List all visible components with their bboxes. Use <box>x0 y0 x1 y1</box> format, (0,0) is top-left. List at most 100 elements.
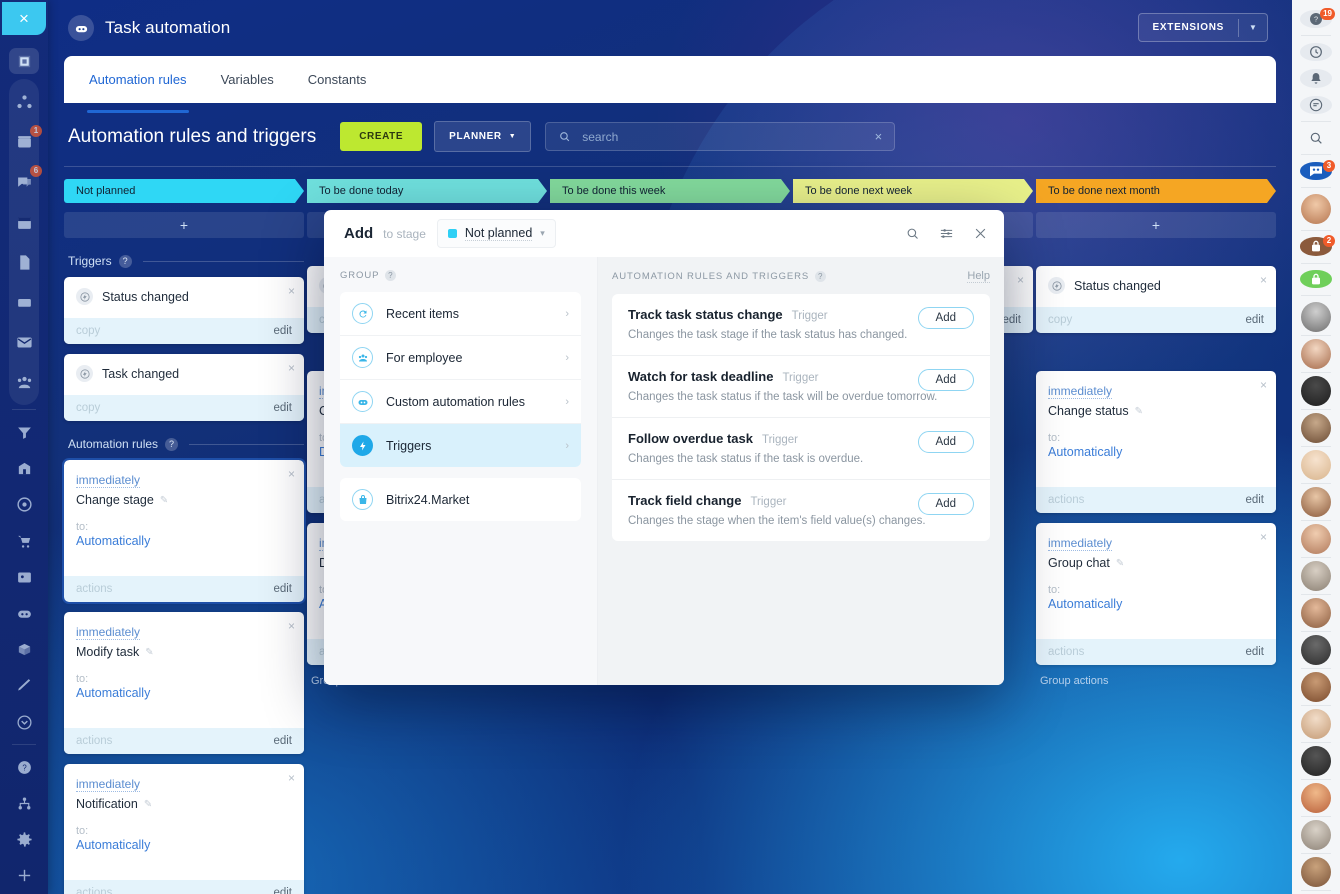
rule-to-value[interactable]: Automatically <box>76 686 292 700</box>
rule-trigger-timing[interactable]: immediately <box>76 473 141 488</box>
help-hint-icon[interactable]: ? <box>165 437 179 451</box>
avatar[interactable] <box>1301 524 1331 555</box>
edit-link[interactable]: edit <box>273 402 292 414</box>
automation-rule-card[interactable]: × immediately Modify task ✎ to: Automatically… <box>64 612 304 754</box>
pen-icon[interactable]: ✎ <box>1135 406 1143 417</box>
avatar[interactable] <box>1301 487 1331 518</box>
trigger-card[interactable]: × Task changed copy edit <box>64 354 304 421</box>
edit-link[interactable]: edit <box>273 887 292 894</box>
contact-card-icon[interactable] <box>9 564 39 590</box>
group-item-recent-items[interactable]: Recent items › <box>340 292 581 335</box>
rule-trigger-timing[interactable]: immediately <box>76 777 141 792</box>
remove-icon[interactable]: × <box>288 284 295 298</box>
edit-link[interactable]: edit <box>1245 646 1264 658</box>
help-icon[interactable]: ? 19 <box>1300 8 1335 29</box>
group-item-bitrix24-market[interactable]: Bitrix24.Market <box>340 478 581 521</box>
rule-trigger-timing[interactable]: immediately <box>76 625 141 640</box>
pen-icon[interactable]: ✎ <box>160 495 168 506</box>
stage-header[interactable]: Not planned <box>64 179 304 203</box>
pen-icon[interactable] <box>9 673 39 699</box>
edit-link[interactable]: edit <box>273 583 292 595</box>
avatar[interactable] <box>1301 598 1331 629</box>
crm-flow-icon[interactable] <box>9 87 39 117</box>
rule-to-value[interactable]: Automatically <box>76 838 292 852</box>
copy-link[interactable]: copy <box>76 402 100 414</box>
stage-selector[interactable]: Not planned ▾ <box>436 219 556 248</box>
automation-rule-card[interactable]: × immediately Change status ✎ to:Automatical… <box>1036 371 1276 513</box>
drive-icon[interactable] <box>9 287 39 317</box>
rule-to-value[interactable]: Automatically <box>1048 445 1264 459</box>
plus-icon[interactable] <box>9 863 39 889</box>
chat-icon[interactable]: 6 <box>9 165 42 197</box>
group-item-custom-automation-rules[interactable]: Custom automation rules › <box>340 379 581 423</box>
remove-icon[interactable]: × <box>288 467 295 481</box>
avatar[interactable] <box>1301 413 1331 444</box>
settings-sliders-icon[interactable] <box>939 226 954 241</box>
edit-link[interactable]: edit <box>1245 314 1264 326</box>
automation-rule-list-item[interactable]: Track task status change Trigger Changes t… <box>612 294 990 355</box>
rule-trigger-timing[interactable]: immediately <box>1048 536 1113 551</box>
bell-icon[interactable] <box>1300 69 1332 88</box>
remove-icon[interactable]: × <box>1260 378 1267 392</box>
help-hint-icon[interactable]: ? <box>118 254 132 268</box>
group-icon[interactable] <box>9 367 39 397</box>
help-hint-icon[interactable]: ? <box>385 270 397 281</box>
add-rule-button[interactable]: Add <box>917 431 974 453</box>
chevron-down-icon[interactable]: ▼ <box>1239 23 1267 32</box>
tab-automation-rules[interactable]: Automation rules <box>87 58 189 113</box>
target-icon[interactable] <box>9 492 39 518</box>
avatar[interactable] <box>1301 746 1331 777</box>
rule-trigger-timing[interactable]: immediately <box>1048 384 1113 399</box>
lock-icon-green[interactable] <box>1300 270 1332 289</box>
stage-header[interactable]: To be done next week <box>793 179 1033 203</box>
add-rule-button[interactable]: Add <box>917 307 974 329</box>
rule-to-value[interactable]: Automatically <box>1048 597 1264 611</box>
pen-icon[interactable]: ✎ <box>144 799 152 810</box>
cart-icon[interactable] <box>9 528 39 554</box>
pen-icon[interactable]: ✎ <box>1116 558 1124 569</box>
close-icon[interactable] <box>973 226 988 241</box>
automation-rule-card[interactable]: × immediately Group chat ✎ to: Automatically a… <box>1036 523 1276 665</box>
mail-icon[interactable] <box>9 327 39 357</box>
add-automation-strip[interactable]: + <box>64 212 304 238</box>
remove-icon[interactable]: × <box>288 771 295 785</box>
help-icon[interactable]: ? <box>9 754 39 780</box>
search-input[interactable] <box>571 129 875 144</box>
copy-link[interactable]: copy <box>1048 314 1072 326</box>
avatar[interactable] <box>1301 561 1331 592</box>
help-link[interactable]: Help <box>967 270 990 283</box>
trigger-card[interactable]: × Status changed copy edit <box>64 277 304 344</box>
tab-variables[interactable]: Variables <box>221 58 274 101</box>
edit-link[interactable]: edit <box>273 325 292 337</box>
robot-icon[interactable] <box>9 600 39 626</box>
avatar[interactable] <box>1301 820 1331 851</box>
actions-link[interactable]: actions <box>1048 494 1084 506</box>
stage-header[interactable]: To be done today <box>307 179 547 203</box>
automation-rule-card[interactable]: × immediately Notification ✎ to: Automaticall… <box>64 764 304 894</box>
remove-icon[interactable]: × <box>1260 530 1267 544</box>
edit-link[interactable]: edit <box>273 735 292 747</box>
close-sidebar-button[interactable]: × <box>2 2 46 36</box>
edit-link[interactable]: edit <box>1002 314 1021 326</box>
lock-icon[interactable]: 2 <box>1300 235 1335 256</box>
avatar[interactable] <box>1301 672 1331 703</box>
sitemap-icon[interactable] <box>9 790 39 816</box>
automation-rule-list-item[interactable]: Watch for task deadline Trigger Changes th… <box>612 355 990 417</box>
automation-rule-list-item[interactable]: Follow overdue task Trigger Changes the ta… <box>612 417 990 479</box>
actions-link[interactable]: actions <box>1048 646 1084 658</box>
avatar[interactable] <box>1301 450 1331 481</box>
create-button[interactable]: CREATE <box>340 122 423 151</box>
actions-link[interactable]: actions <box>76 735 112 747</box>
news-feed-icon[interactable]: 1 <box>9 125 42 157</box>
avatar[interactable] <box>1301 635 1331 666</box>
extensions-button[interactable]: EXTENSIONS ▼ <box>1137 13 1268 42</box>
automation-rule-card[interactable]: × immediately Change stage ✎ to: Automaticall… <box>62 458 306 604</box>
stage-header[interactable]: To be done next month <box>1036 179 1276 203</box>
funnel-icon[interactable] <box>9 419 39 445</box>
edit-link[interactable]: edit <box>1245 494 1264 506</box>
search-icon[interactable] <box>905 226 920 241</box>
actions-link[interactable]: actions <box>76 583 112 595</box>
timer-icon[interactable] <box>1300 42 1332 62</box>
automation-rule-list-item[interactable]: Track field change Trigger Changes the sta… <box>612 479 990 541</box>
avatar[interactable] <box>1301 339 1331 370</box>
